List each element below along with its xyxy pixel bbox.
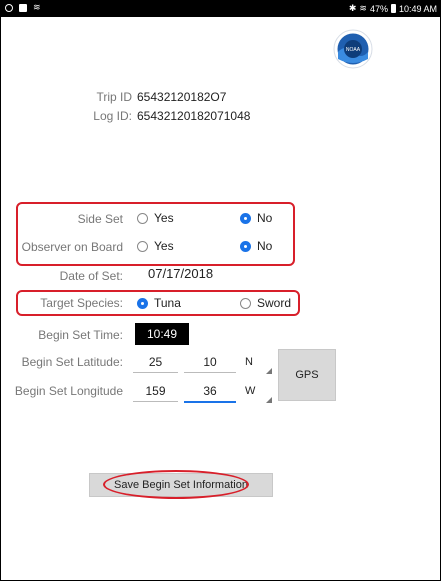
observer-yes-radio[interactable]: Yes xyxy=(137,239,174,253)
image-icon xyxy=(19,3,27,12)
side-set-no-radio[interactable]: No xyxy=(240,211,272,225)
radio-unchecked-icon xyxy=(240,297,251,309)
radio-unchecked-icon xyxy=(137,240,148,252)
battery-percent: 47% xyxy=(369,3,388,14)
latitude-direction-select[interactable]: N xyxy=(245,356,253,368)
radio-unchecked-icon xyxy=(137,212,148,224)
status-bar: ≋ ✱ ≋ 47% 10:49 AM xyxy=(0,0,441,17)
wifi-icon: ≋ xyxy=(33,2,41,12)
trip-id-label: Trip ID xyxy=(96,90,132,104)
log-id-value: 65432120182071048 xyxy=(137,109,251,123)
radio-checked-icon xyxy=(240,240,251,252)
radio-checked-icon xyxy=(240,212,251,224)
latitude-label: Begin Set Latitude: xyxy=(21,355,123,369)
signal-icon: ≋ xyxy=(359,3,367,13)
target-species-sword-radio[interactable]: Sword xyxy=(240,296,291,310)
trip-id-value: 65432120182O7 xyxy=(137,90,227,104)
target-species-tuna-radio[interactable]: Tuna xyxy=(137,296,181,310)
battery-icon xyxy=(390,4,396,13)
longitude-label: Begin Set Longitude xyxy=(14,384,123,398)
side-set-label: Side Set xyxy=(77,212,123,226)
radio-checked-icon xyxy=(137,297,148,309)
status-left: ≋ xyxy=(5,3,41,12)
dropdown-caret-icon xyxy=(266,397,272,403)
logo-text: NOAA xyxy=(346,47,361,53)
status-time: 10:49 AM xyxy=(398,3,437,14)
side-set-no-label: No xyxy=(257,211,273,225)
side-set-yes-radio[interactable]: Yes xyxy=(137,211,174,225)
longitude-degrees-input[interactable]: 159 xyxy=(133,383,178,402)
observer-label: Observer on Board xyxy=(21,240,123,254)
gps-button[interactable]: GPS xyxy=(278,349,336,401)
date-of-set-label: Date of Set: xyxy=(59,269,123,283)
observer-no-label: No xyxy=(257,239,273,253)
begin-set-time-label: Begin Set Time: xyxy=(38,328,123,342)
tuna-label: Tuna xyxy=(154,296,181,310)
settings-icon xyxy=(5,3,13,12)
dropdown-caret-icon xyxy=(266,368,272,374)
sword-label: Sword xyxy=(257,296,292,310)
latitude-degrees-input[interactable]: 25 xyxy=(133,354,178,373)
longitude-minutes-input[interactable]: 36 xyxy=(184,383,236,403)
date-of-set-value[interactable]: 07/17/2018 xyxy=(148,266,213,281)
observer-yes-label: Yes xyxy=(154,239,174,253)
log-id-label: Log ID: xyxy=(93,109,132,123)
side-set-yes-label: Yes xyxy=(154,211,174,225)
longitude-direction-select[interactable]: W xyxy=(245,385,255,397)
save-begin-set-button[interactable]: Save Begin Set Information xyxy=(89,473,273,497)
bluetooth-icon: ✱ xyxy=(348,3,357,13)
latitude-minutes-input[interactable]: 10 xyxy=(184,354,236,373)
noaa-logo: NOAA xyxy=(333,29,373,69)
observer-no-radio[interactable]: No xyxy=(240,239,272,253)
target-species-label: Target Species: xyxy=(40,296,123,310)
begin-set-time-picker[interactable]: 10:49 xyxy=(135,323,189,345)
status-right: ✱ ≋ 47% 10:49 AM xyxy=(349,3,437,14)
